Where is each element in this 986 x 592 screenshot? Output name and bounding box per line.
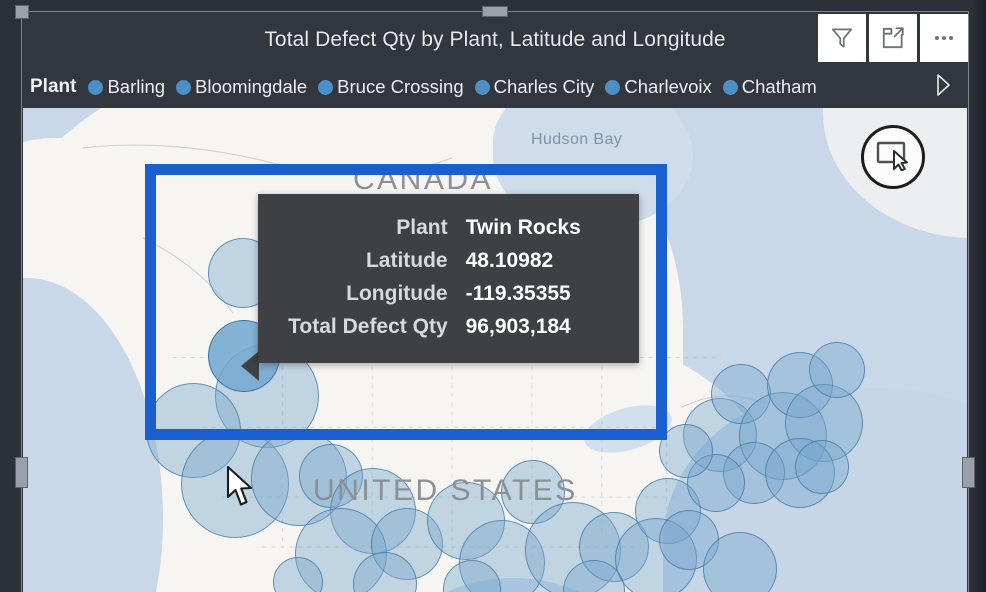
legend-color-dot bbox=[318, 79, 334, 95]
tooltip-key: Plant bbox=[396, 216, 448, 239]
tooltip-key: Latitude bbox=[365, 249, 448, 272]
more-options-button[interactable] bbox=[920, 14, 968, 62]
legend-item-label: Barling bbox=[107, 76, 166, 97]
more-options-icon bbox=[931, 25, 957, 51]
legend-color-dot bbox=[722, 79, 738, 95]
tooltip-row: Plant Twin Rocks bbox=[280, 216, 613, 240]
resize-handle-right-middle[interactable] bbox=[962, 457, 975, 488]
legend-color-dot bbox=[176, 79, 192, 95]
legend-item-label: Bloomingdale bbox=[195, 76, 308, 97]
map-tooltip: Plant Twin Rocks Latitude 48.10982 Longi… bbox=[258, 194, 639, 363]
focus-mode-icon bbox=[880, 25, 906, 51]
tooltip-value: 48.10982 bbox=[465, 249, 554, 272]
legend-color-dot bbox=[605, 79, 621, 95]
legend-item-label: Bruce Crossing bbox=[337, 76, 464, 97]
legend-title: Plant bbox=[30, 76, 77, 97]
legend-item-label: Charles City bbox=[493, 76, 595, 97]
map-visual-container[interactable]: Total Defect Qty by Plant, Latitude and … bbox=[15, 5, 975, 592]
tooltip-value: Twin Rocks bbox=[465, 216, 581, 239]
resize-handle-left-middle[interactable] bbox=[15, 457, 28, 488]
map-surface[interactable]: Hudson Bay CANADA UNITED STATES Plant Tw… bbox=[23, 108, 967, 592]
tooltip-value: -119.35355 bbox=[465, 282, 571, 305]
resize-handle-top-center[interactable] bbox=[482, 6, 508, 17]
tooltip-key: Total Defect Qty bbox=[288, 315, 448, 338]
chevron-right-icon bbox=[933, 71, 953, 104]
filter-button[interactable] bbox=[818, 14, 866, 62]
legend-item-bruce-crossing[interactable]: Bruce Crossing bbox=[318, 76, 464, 98]
map-bubble[interactable] bbox=[659, 424, 713, 478]
tooltip-row: Total Defect Qty 96,903,184 bbox=[280, 315, 613, 339]
legend-next-page-button[interactable] bbox=[932, 72, 954, 102]
legend-color-dot bbox=[88, 79, 104, 95]
legend-color-dot bbox=[474, 79, 490, 95]
legend-item-barling[interactable]: Barling bbox=[88, 76, 165, 98]
tooltip-value: 96,903,184 bbox=[465, 315, 571, 338]
tooltip-key: Longitude bbox=[346, 282, 448, 305]
legend-item-chatham[interactable]: Chatham bbox=[722, 76, 817, 98]
resize-handle-top-left[interactable] bbox=[15, 5, 29, 19]
select-region-icon bbox=[875, 139, 911, 176]
map-select-region-button[interactable] bbox=[861, 125, 925, 189]
visual-header: Total Defect Qty by Plant, Latitude and … bbox=[22, 12, 968, 68]
tooltip-row: Latitude 48.10982 bbox=[280, 249, 613, 273]
legend-item-label: Chatham bbox=[741, 76, 817, 97]
legend-item-bloomingdale[interactable]: Bloomingdale bbox=[176, 76, 307, 98]
visual-header-actions bbox=[818, 14, 968, 62]
legend-item-charles-city[interactable]: Charles City bbox=[474, 76, 595, 98]
legend-item-label: Charlevoix bbox=[624, 76, 712, 97]
legend: Plant Barling Bloomingdale Bruce Crossin… bbox=[22, 68, 968, 106]
legend-item-charlevoix[interactable]: Charlevoix bbox=[605, 76, 712, 98]
tooltip-pointer bbox=[241, 351, 259, 381]
map-bubble[interactable] bbox=[809, 342, 865, 398]
tooltip-row: Longitude -119.35355 bbox=[280, 282, 613, 306]
filter-icon bbox=[829, 25, 855, 51]
screenshot-root: Total Defect Qty by Plant, Latitude and … bbox=[0, 0, 986, 592]
visual-title: Total Defect Qty by Plant, Latitude and … bbox=[264, 28, 726, 51]
focus-mode-button[interactable] bbox=[869, 14, 917, 62]
map-bubble[interactable] bbox=[795, 440, 849, 494]
